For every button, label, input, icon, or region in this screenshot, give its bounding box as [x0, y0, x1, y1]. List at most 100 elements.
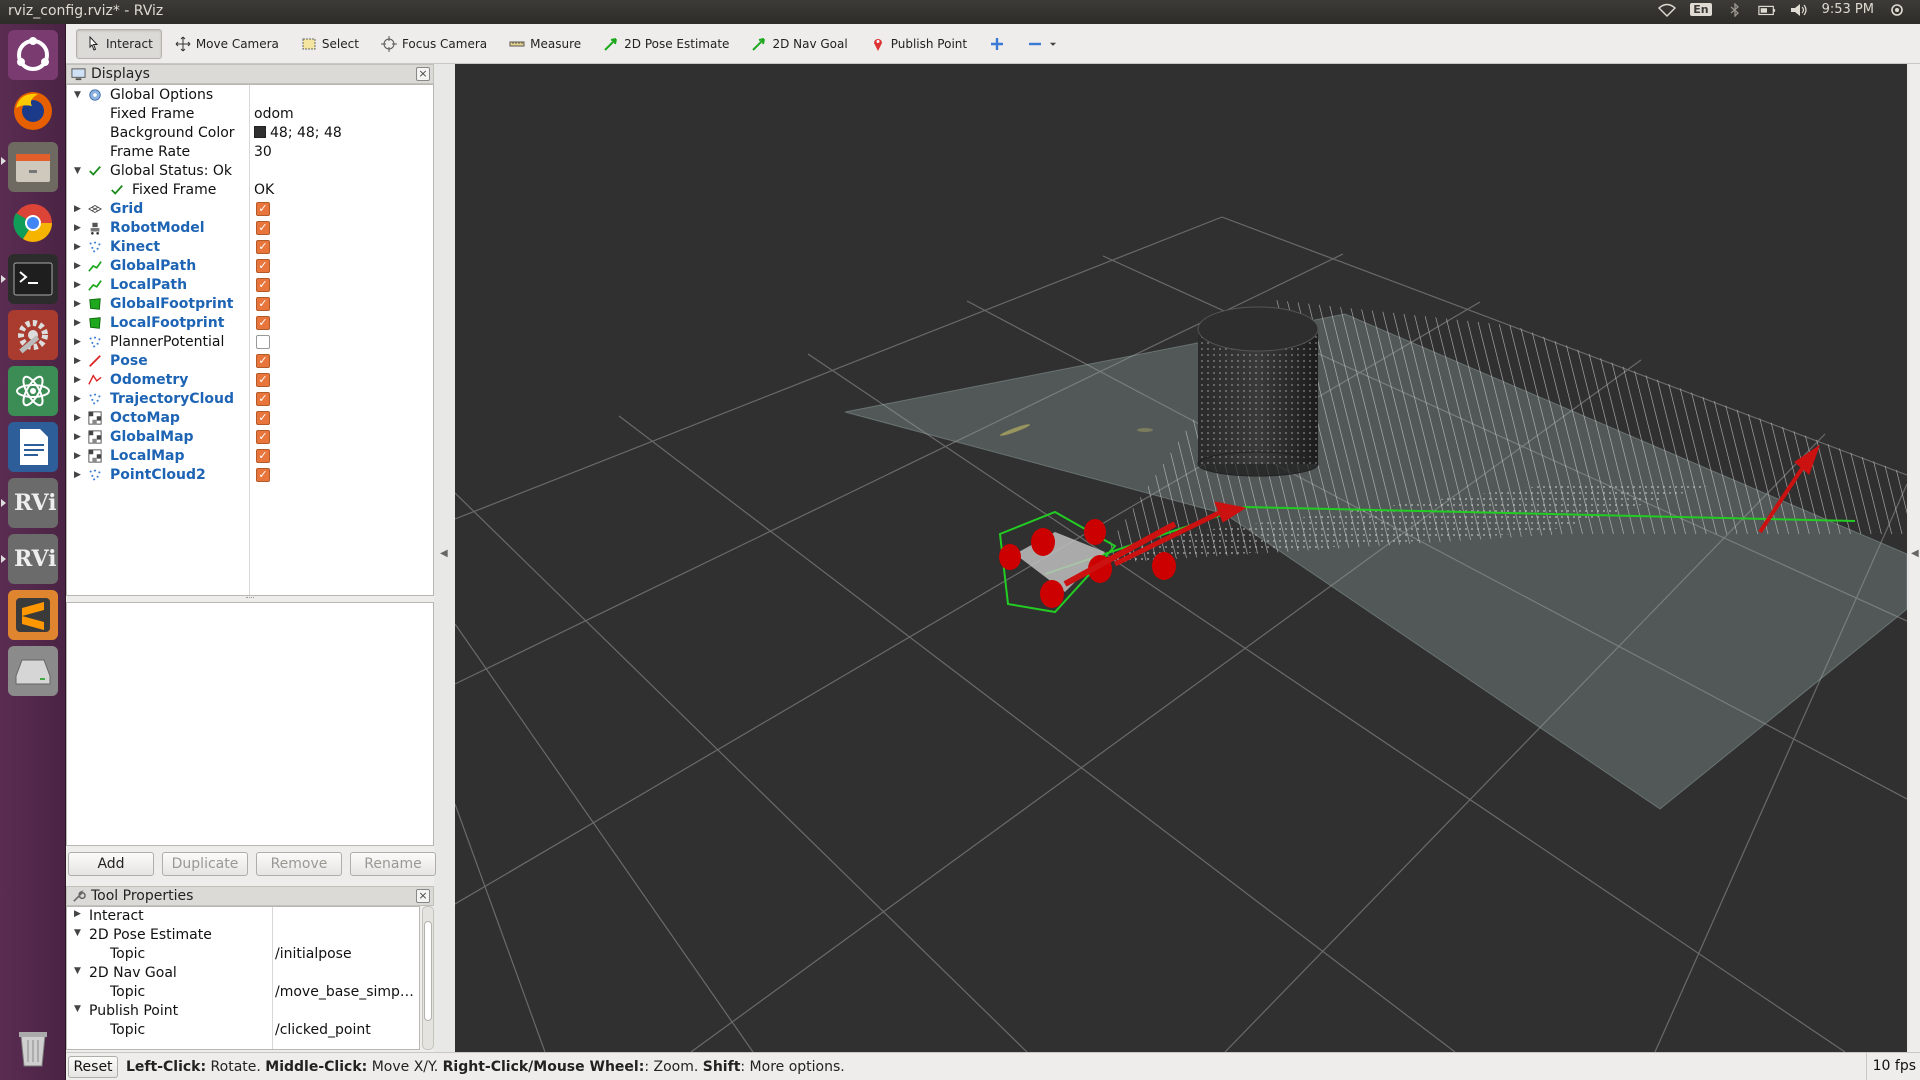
collapsed-arrow-icon[interactable]: ▶ — [74, 356, 84, 366]
display-enabled-checkbox[interactable]: ✓ — [256, 391, 270, 406]
display-enabled-checkbox[interactable]: ✓ — [256, 372, 270, 387]
tp-value[interactable]: /move_base_simp… — [275, 984, 414, 1000]
tool-focus-camera[interactable]: Focus Camera — [372, 29, 496, 59]
collapsed-arrow-icon[interactable]: ▶ — [74, 909, 81, 919]
display-enabled-checkbox[interactable]: ✓ — [256, 239, 270, 254]
display-enabled-checkbox[interactable]: ✓ — [256, 467, 270, 482]
collapsed-arrow-icon[interactable]: ▶ — [74, 261, 84, 271]
tree-row-frame-rate[interactable]: Frame Rate 30 — [67, 142, 433, 161]
collapsed-arrow-icon[interactable]: ▶ — [74, 299, 84, 309]
display-enabled-checkbox[interactable]: ✓ — [256, 448, 270, 463]
ubuntu-dash-icon[interactable] — [8, 30, 58, 80]
display-item-trajectorycloud[interactable]: ▶ TrajectoryCloud ✓ — [67, 389, 433, 408]
frame-rate-value[interactable]: 30 — [254, 144, 272, 160]
power-gear-icon[interactable] — [1888, 3, 1906, 17]
tp-value[interactable]: /clicked_point — [275, 1022, 371, 1038]
close-icon[interactable]: × — [416, 67, 430, 81]
tool-interact[interactable]: Interact — [76, 28, 162, 59]
expanded-arrow-icon[interactable]: ▼ — [74, 166, 84, 176]
tool-2d-pose-estimate[interactable]: 2D Pose Estimate — [594, 29, 738, 59]
collapse-left-dock-icon[interactable]: ◀ — [440, 548, 448, 559]
collapsed-arrow-icon[interactable]: ▶ — [74, 280, 84, 290]
files-icon[interactable] — [8, 142, 58, 192]
collapsed-arrow-icon[interactable]: ▶ — [74, 242, 84, 252]
rename-display-button[interactable]: Rename — [350, 852, 436, 876]
collapsed-arrow-icon[interactable]: ▶ — [74, 470, 84, 480]
display-item-kinect[interactable]: ▶ Kinect ✓ — [67, 237, 433, 256]
tree-row-status-fixed-frame[interactable]: Fixed Frame OK — [67, 180, 433, 199]
tree-row-background-color[interactable]: Background Color 48; 48; 48 — [67, 123, 433, 142]
collapsed-arrow-icon[interactable]: ▶ — [74, 394, 84, 404]
tp-row-interact[interactable]: ▶ Interact — [67, 907, 419, 926]
collapsed-arrow-icon[interactable]: ▶ — [74, 337, 84, 347]
display-enabled-checkbox[interactable]: ✓ — [256, 277, 270, 292]
tp-row-publish-point[interactable]: ▼ Publish Point — [67, 1002, 419, 1021]
collapsed-arrow-icon[interactable]: ▶ — [74, 375, 84, 385]
atom-icon[interactable] — [8, 366, 58, 416]
display-item-grid[interactable]: ▶ Grid ✓ — [67, 199, 433, 218]
battery-icon[interactable] — [1757, 3, 1776, 17]
system-settings-icon[interactable] — [8, 310, 58, 360]
close-icon[interactable]: × — [416, 889, 430, 903]
rviz-icon[interactable]: RViz — [8, 534, 58, 584]
duplicate-display-button[interactable]: Duplicate — [162, 852, 248, 876]
tool-properties-scrollbar[interactable] — [422, 906, 434, 1050]
tp-row-2d-pose-estimate[interactable]: ▼ 2D Pose Estimate — [67, 926, 419, 945]
display-item-globalpath[interactable]: ▶ GlobalPath ✓ — [67, 256, 433, 275]
sublime-text-icon[interactable] — [8, 590, 58, 640]
remove-tool-button[interactable] — [1018, 29, 1067, 59]
tool-measure[interactable]: Measure — [500, 29, 590, 59]
display-enabled-checkbox[interactable]: ✓ — [256, 220, 270, 235]
reset-button[interactable]: Reset — [68, 1055, 118, 1078]
tp-row-topic[interactable]: Topic /initialpose — [67, 945, 419, 964]
tool-select[interactable]: Select — [292, 29, 368, 59]
rviz-icon[interactable]: RViz — [8, 478, 58, 528]
display-item-pose[interactable]: ▶ Pose ✓ — [67, 351, 433, 370]
expanded-arrow-icon[interactable]: ▼ — [74, 966, 81, 976]
display-item-odometry[interactable]: ▶ Odometry ✓ — [67, 370, 433, 389]
terminal-icon[interactable] — [8, 254, 58, 304]
tree-row-global-status[interactable]: ▼ Global Status: Ok — [67, 161, 433, 180]
volume-icon[interactable] — [1790, 3, 1808, 17]
collapsed-arrow-icon[interactable]: ▶ — [74, 204, 84, 214]
display-item-localpath[interactable]: ▶ LocalPath ✓ — [67, 275, 433, 294]
disk-drive-icon[interactable] — [8, 646, 58, 696]
display-enabled-checkbox[interactable]: ✓ — [256, 258, 270, 273]
tool-publish-point[interactable]: Publish Point — [861, 29, 976, 59]
display-item-pointcloud2[interactable]: ▶ PointCloud2 ✓ — [67, 465, 433, 484]
tp-row-2d-nav-goal[interactable]: ▼ 2D Nav Goal — [67, 964, 419, 983]
display-item-robotmodel[interactable]: ▶ RobotModel ✓ — [67, 218, 433, 237]
background-color-value[interactable]: 48; 48; 48 — [254, 125, 342, 141]
add-display-button[interactable]: Add — [68, 852, 154, 876]
collapsed-arrow-icon[interactable]: ▶ — [74, 223, 84, 233]
display-item-octomap[interactable]: ▶ OctoMap ✓ — [67, 408, 433, 427]
tp-row-topic[interactable]: Topic /move_base_simp… — [67, 983, 419, 1002]
tree-row-fixed-frame[interactable]: Fixed Frame odom — [67, 104, 433, 123]
collapse-right-dock-icon[interactable]: ◀ — [1911, 548, 1919, 559]
tp-row-topic[interactable]: Topic /clicked_point — [67, 1021, 419, 1040]
clock[interactable]: 9:53 PM — [1822, 2, 1874, 17]
render-viewport[interactable] — [455, 64, 1907, 1052]
display-item-localmap[interactable]: ▶ LocalMap ✓ — [67, 446, 433, 465]
wifi-icon[interactable] — [1658, 3, 1677, 17]
display-enabled-checkbox[interactable]: ✓ — [256, 353, 270, 368]
collapsed-arrow-icon[interactable]: ▶ — [74, 451, 84, 461]
collapsed-arrow-icon[interactable]: ▶ — [74, 413, 84, 423]
display-item-globalfootprint[interactable]: ▶ GlobalFootprint ✓ — [67, 294, 433, 313]
display-enabled-checkbox[interactable]: ✓ — [256, 296, 270, 311]
libreoffice-writer-icon[interactable] — [8, 422, 58, 472]
remove-display-button[interactable]: Remove — [256, 852, 342, 876]
display-item-globalmap[interactable]: ▶ GlobalMap ✓ — [67, 427, 433, 446]
keyboard-language-indicator[interactable]: En — [1690, 3, 1712, 16]
bluetooth-icon[interactable] — [1726, 2, 1744, 17]
display-item-localfootprint[interactable]: ▶ LocalFootprint ✓ — [67, 313, 433, 332]
panel-splitter[interactable] — [246, 597, 254, 600]
fixed-frame-value[interactable]: odom — [254, 106, 294, 122]
tp-value[interactable]: /initialpose — [275, 946, 352, 962]
displays-header[interactable]: Displays × — [66, 64, 434, 84]
trash-icon[interactable] — [8, 1022, 58, 1072]
expanded-arrow-icon[interactable]: ▼ — [74, 1004, 81, 1014]
tool-2d-nav-goal[interactable]: 2D Nav Goal — [742, 29, 856, 59]
tool-properties-header[interactable]: Tool Properties × — [66, 886, 434, 906]
display-item-plannerpotential[interactable]: ▶ PlannerPotential — [67, 332, 433, 351]
